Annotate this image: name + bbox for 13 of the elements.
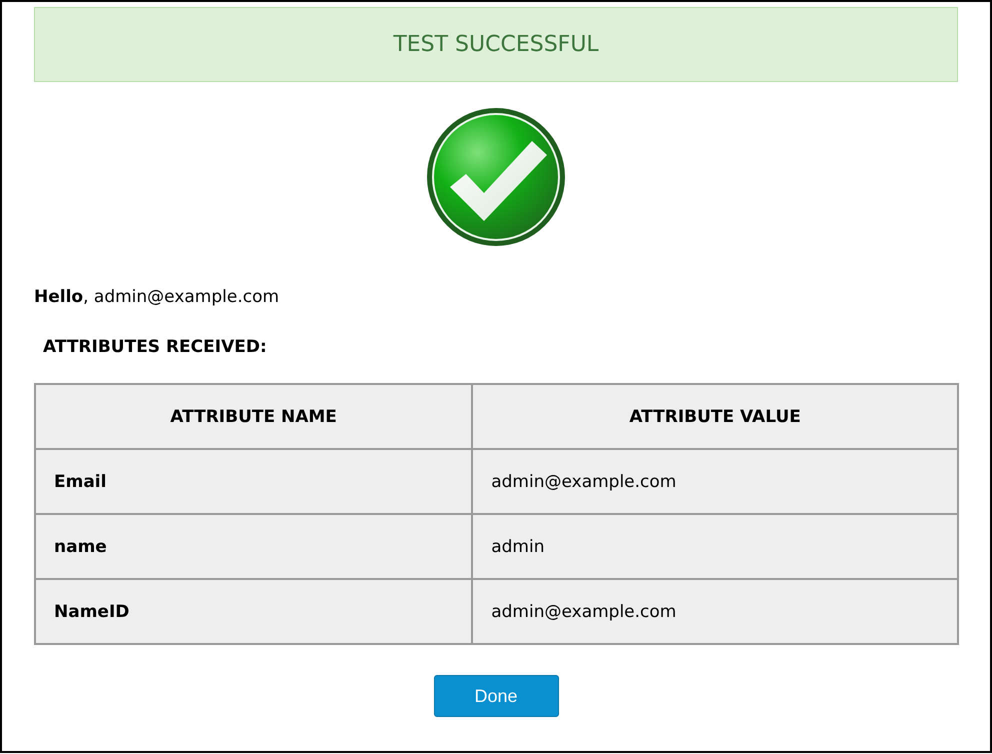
- column-header: ATTRIBUTE VALUE: [472, 384, 958, 449]
- column-header: ATTRIBUTE NAME: [35, 384, 472, 449]
- table-cell: Email: [35, 449, 472, 514]
- check-icon: [426, 107, 566, 247]
- attributes-heading: ATTRIBUTES RECEIVED:: [43, 336, 268, 359]
- table-cell: admin: [472, 514, 958, 579]
- greeting-text: Hello, admin@example.com: [34, 286, 280, 309]
- table-cell: admin@example.com: [472, 449, 958, 514]
- table-cell: name: [35, 514, 472, 579]
- table-cell: NameID: [35, 579, 472, 644]
- table-cell: admin@example.com: [472, 579, 958, 644]
- done-button[interactable]: Done: [434, 675, 558, 717]
- success-banner: TEST SUCCESSFUL: [34, 7, 958, 82]
